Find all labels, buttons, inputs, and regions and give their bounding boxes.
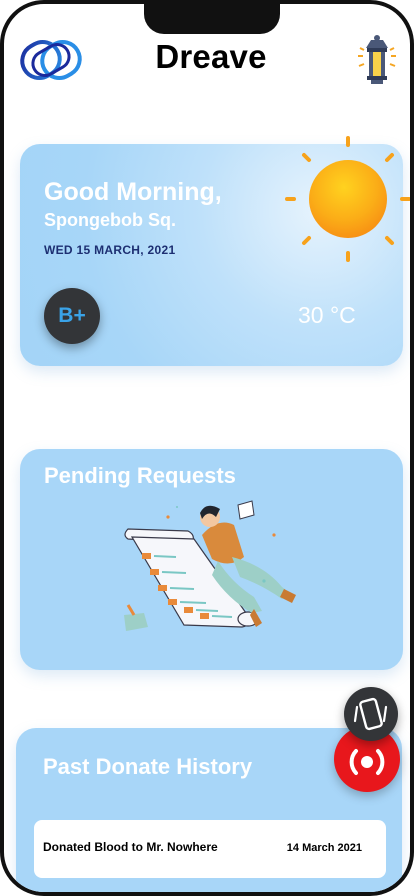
sun-icon [285,136,410,262]
history-item-text: Donated Blood to Mr. Nowhere [43,840,218,854]
vibrate-button[interactable] [344,687,398,741]
app-title: Dreave [155,38,267,75]
history-item-date: 14 March 2021 [286,842,362,854]
weather-card: Good Morning, Spongebob Sq. WED 15 MARCH… [20,136,410,366]
lamp-icon[interactable] [354,34,400,86]
vibrate-phone-icon [353,697,388,731]
header: Dreave [4,34,410,86]
phone-frame: Dreave Good Morning, Spongebob Sq. WED 1… [0,0,414,896]
history-list-item[interactable]: Donated Blood to Mr. Nowhere 14 March 20… [34,820,386,878]
past-donate-history-title: Past Donate History [43,754,253,779]
blood-group-badge[interactable]: B+ [44,288,100,344]
pending-requests-card[interactable]: Pending Requests [20,449,403,670]
username-text: Spongebob Sq. [44,210,176,230]
date-text: WED 15 MARCH, 2021 [44,243,176,257]
notch [144,4,280,34]
person-with-checklist-illustration [124,500,296,631]
temperature-text: 30 °C [298,302,356,328]
greeting-text: Good Morning, [44,178,222,206]
pending-requests-title: Pending Requests [44,463,236,488]
